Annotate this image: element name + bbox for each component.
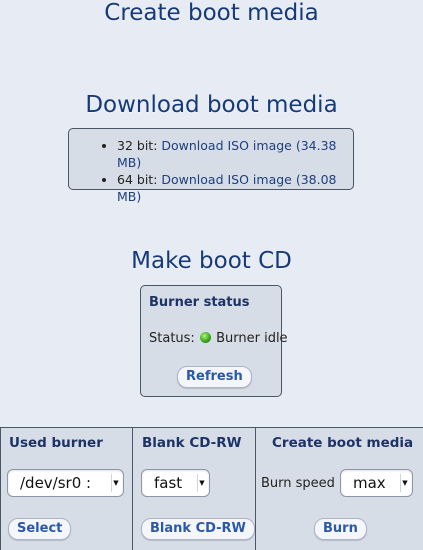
burner-select[interactable]: /dev/sr0 : ▼ xyxy=(7,469,124,497)
blank-cdrw-button[interactable]: Blank CD-RW xyxy=(141,518,255,540)
blank-mode-select[interactable]: fast ▼ xyxy=(141,469,210,497)
burner-status-header: Burner status xyxy=(149,295,250,310)
burn-button[interactable]: Burn xyxy=(314,518,367,540)
select-burner-button[interactable]: Select xyxy=(8,518,72,540)
burn-controls-bar: Used burner /dev/sr0 : ▼ Select Blank CD… xyxy=(0,427,423,550)
download-list: 32 bit: Download ISO image (34.38 MB) 64… xyxy=(69,129,353,205)
dropdown-arrow-icon: ▼ xyxy=(400,474,409,492)
download-box: 32 bit: Download ISO image (34.38 MB) 64… xyxy=(68,128,354,204)
create-boot-media-title: Create boot media xyxy=(272,435,414,451)
used-burner-panel: Used burner /dev/sr0 : ▼ Select xyxy=(0,428,133,550)
burner-status-line: Status: Burner idle xyxy=(149,331,288,346)
blank-cdrw-title: Blank CD-RW xyxy=(142,435,242,451)
burn-speed-label: Burn speed xyxy=(261,476,335,491)
status-label: Status: xyxy=(149,331,195,346)
download-item-64bit: 64 bit: Download ISO image (38.08 MB) xyxy=(117,171,353,205)
blank-mode-value: fast xyxy=(154,474,183,492)
dropdown-arrow-icon: ▼ xyxy=(197,474,206,492)
download-item-prefix: 64 bit: xyxy=(117,172,162,187)
refresh-button[interactable]: Refresh xyxy=(177,366,252,388)
burner-status-box: Burner status Status: Burner idle Refres… xyxy=(140,285,288,397)
burn-speed-value: max xyxy=(353,474,386,492)
burn-speed-select[interactable]: max ▼ xyxy=(340,469,413,497)
download-item-32bit: 32 bit: Download ISO image (34.38 MB) xyxy=(117,137,353,171)
dropdown-arrow-icon: ▼ xyxy=(111,474,120,492)
used-burner-title: Used burner xyxy=(9,435,103,451)
blank-cdrw-panel: Blank CD-RW fast ▼ Blank CD-RW xyxy=(133,428,256,550)
make-cd-section-title: Make boot CD xyxy=(131,248,292,274)
download-item-prefix: 32 bit: xyxy=(117,138,162,153)
status-text: Burner idle xyxy=(216,331,288,346)
status-led-icon xyxy=(199,332,211,343)
create-boot-media-panel: Create boot media Burn speed max ▼ Burn xyxy=(256,428,423,550)
page-title: Create boot media xyxy=(104,0,319,26)
burner-select-value: /dev/sr0 : xyxy=(20,474,92,492)
download-section-title: Download boot media xyxy=(85,92,338,118)
